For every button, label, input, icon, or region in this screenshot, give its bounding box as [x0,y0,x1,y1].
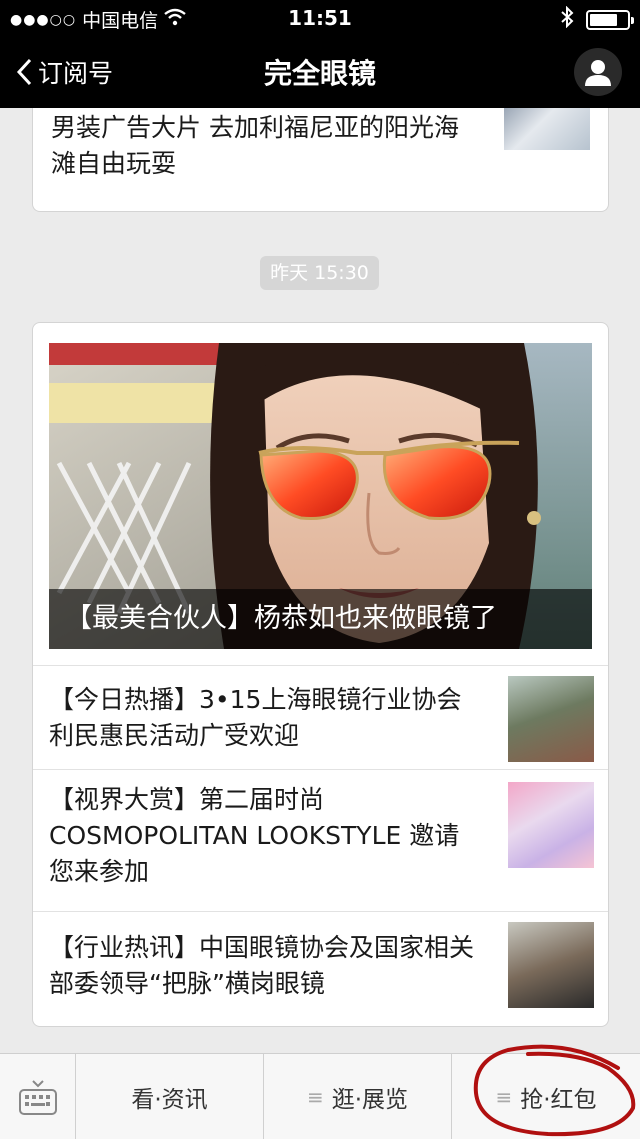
article-title: 男装广告大片 去加利福尼亚的阳光海滩自由玩耍 [51,113,459,178]
battery-icon [586,9,634,30]
status-time: 11:51 [288,6,352,30]
article-title: 【行业热讯】中国眼镜协会及国家相关部委领导“把脉”横岗眼镜 [49,933,475,998]
list-item[interactable]: 【行业热讯】中国眼镜协会及国家相关部委领导“把脉”横岗眼镜 [33,911,608,1026]
hero-caption: 【最美合伙人】杨恭如也来做眼镜了 [49,589,592,649]
bluetooth-icon [560,5,574,33]
article-thumbnail [508,676,594,762]
menu-item-news[interactable]: 看·资讯 [76,1054,264,1139]
article-thumbnail [508,922,594,1008]
message-timestamp: 昨天 15:30 [260,256,379,290]
article-card-group: 【最美合伙人】杨恭如也来做眼镜了 【今日热播】3•15上海眼镜行业协会 利民惠民… [32,322,609,1027]
submenu-icon: ≡ [306,1085,324,1109]
menu-item-exhibition[interactable]: ≡ 逛·展览 [264,1054,452,1139]
person-icon [585,60,611,86]
nav-bar: 订阅号 完全眼镜 [0,36,640,108]
highlight-circle [473,1044,636,1137]
article-card-previous[interactable]: 男装广告大片 去加利福尼亚的阳光海滩自由玩耍 [32,108,609,212]
article-thumbnail [504,108,590,150]
list-item[interactable]: 【视界大赏】第二届时尚COSMOPOLITAN LOOKSTYLE 邀请您来参加 [33,769,608,911]
battery-fill [590,13,617,26]
hero-article[interactable]: 【最美合伙人】杨恭如也来做眼镜了 [49,343,592,649]
status-bar: ●●●○○ 中国电信 11:51 [0,0,640,36]
menu-item-label: 逛·展览 [331,1087,409,1113]
article-title: 【视界大赏】第二届时尚COSMOPOLITAN LOOKSTYLE 邀请您来参加 [49,785,460,886]
article-thumbnail [508,782,594,868]
menu-item-label: 看·资讯 [131,1087,208,1113]
keyboard-icon [18,1080,57,1115]
list-item[interactable]: 【今日热播】3•15上海眼镜行业协会 利民惠民活动广受欢迎 [33,665,608,769]
page-title: 完全眼镜 [263,57,376,90]
profile-button[interactable] [574,48,622,96]
keyboard-toggle-button[interactable] [0,1054,76,1139]
article-title: 【今日热播】3•15上海眼镜行业协会 利民惠民活动广受欢迎 [49,685,462,750]
